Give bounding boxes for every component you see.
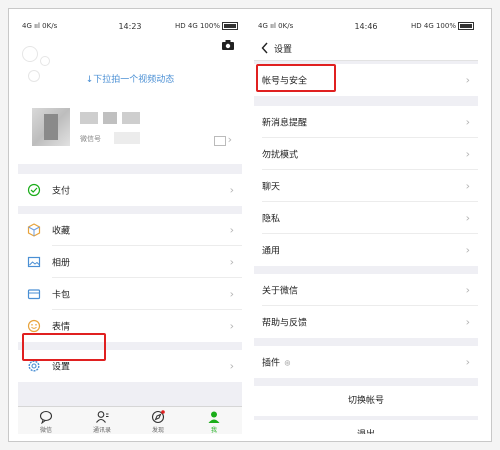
wechat-me-screen: 4G ııl 0K/s 14:23 HD 4G 100% ↓下拉拍一个视频动态 … <box>18 16 242 434</box>
row-label: 聊天 <box>262 182 281 193</box>
avatar[interactable] <box>32 108 70 146</box>
settings-row-about[interactable]: 关于微信 › <box>254 274 478 306</box>
plugin-icon: ⊛ <box>284 358 291 368</box>
decor-bubble <box>22 46 38 62</box>
qr-code-icon[interactable] <box>214 136 226 146</box>
settings-row-account-security[interactable]: 帐号与安全 › <box>254 64 478 96</box>
wechat-id-label: 微信号 <box>80 135 101 143</box>
settings-row-do-not-disturb[interactable]: 勿扰模式 › <box>254 138 478 170</box>
battery-icon <box>458 22 474 30</box>
status-right: HD 4G 100% <box>175 22 238 30</box>
settings-row-chat[interactable]: 聊天 › <box>254 170 478 202</box>
menu-item-settings[interactable]: 设置 › <box>18 350 242 382</box>
tab-contacts[interactable]: 通讯录 <box>74 407 130 434</box>
status-right: HD 4G 100% <box>411 22 474 30</box>
settings-row-notifications[interactable]: 新消息提醒 › <box>254 106 478 138</box>
nickname-blurred <box>80 112 140 124</box>
status-bar: 4G ııl 0K/s 14:46 HD 4G 100% <box>254 16 478 36</box>
decor-bubble <box>40 56 50 66</box>
page-title: 设置 <box>274 45 293 55</box>
tab-label: 通讯录 <box>92 427 111 434</box>
menu-item-album[interactable]: 相册 › <box>18 246 242 278</box>
chevron-right-icon: › <box>465 73 470 87</box>
row-label: 隐私 <box>262 214 281 225</box>
discover-icon <box>151 410 165 424</box>
wechat-id-blurred <box>114 132 140 144</box>
settings-icon <box>28 360 40 372</box>
favorites-icon <box>27 223 41 237</box>
row-label: 帮助与反馈 <box>262 318 308 329</box>
chevron-right-icon: › <box>229 287 234 301</box>
card-icon <box>27 289 41 300</box>
sticker-icon <box>27 319 41 333</box>
chevron-right-icon: › <box>229 359 234 373</box>
pulldown-video-hint[interactable]: ↓下拉拍一个视频动态 <box>18 72 242 85</box>
settings-row-help-feedback[interactable]: 帮助与反馈 › <box>254 306 478 338</box>
chevron-right-icon: › <box>465 243 470 257</box>
logout-button[interactable]: 退出 <box>254 420 478 434</box>
menu-item-favorites[interactable]: 收藏 › <box>18 214 242 246</box>
chevron-right-icon: › <box>465 115 470 129</box>
chevron-right-icon: › <box>229 319 234 333</box>
nav-header: 设置 <box>254 36 478 61</box>
tab-discover[interactable]: 发现 <box>130 407 186 434</box>
profile-header[interactable]: ↓下拉拍一个视频动态 微信号 › <box>18 36 242 164</box>
tab-chats[interactable]: 微信 <box>18 407 74 434</box>
row-label: 通用 <box>262 246 281 257</box>
menu-label: 卡包 <box>52 290 71 301</box>
menu-label: 设置 <box>52 362 71 373</box>
row-label: 关于微信 <box>262 286 299 297</box>
menu-label: 相册 <box>52 258 71 269</box>
switch-account-button[interactable]: 切换帐号 <box>254 386 478 416</box>
chevron-right-icon: › <box>465 179 470 193</box>
status-bar: 4G ııl 0K/s 14:23 HD 4G 100% <box>18 16 242 36</box>
settings-row-privacy[interactable]: 隐私 › <box>254 202 478 234</box>
me-icon <box>208 411 220 423</box>
chevron-right-icon: › <box>465 315 470 329</box>
battery-icon <box>222 22 238 30</box>
tab-label: 发现 <box>151 427 164 434</box>
menu-item-card[interactable]: 卡包 › <box>18 278 242 310</box>
menu-item-payment[interactable]: 支付 › <box>18 174 242 206</box>
menu-item-sticker[interactable]: 表情 › <box>18 310 242 342</box>
camera-icon[interactable] <box>222 40 234 50</box>
album-icon <box>27 256 41 268</box>
chevron-right-icon: › <box>465 355 470 369</box>
chevron-right-icon: › <box>465 147 470 161</box>
menu-label: 表情 <box>52 322 71 333</box>
chevron-right-icon: › <box>229 255 234 269</box>
chevron-right-icon: › <box>465 211 470 225</box>
contacts-icon <box>96 411 109 423</box>
row-label: 新消息提醒 <box>262 118 308 129</box>
menu-label: 收藏 <box>52 226 71 237</box>
chevron-right-icon: › <box>465 283 470 297</box>
row-label: 勿扰模式 <box>262 150 299 161</box>
chevron-right-icon: › <box>229 223 234 237</box>
tab-me[interactable]: 我 <box>186 407 242 434</box>
menu-label: 支付 <box>52 186 71 197</box>
wechat-settings-screen: 4G ııl 0K/s 14:46 HD 4G 100% 设置 帐号与安全 › … <box>254 16 478 434</box>
settings-row-general[interactable]: 通用 › <box>254 234 478 266</box>
chat-icon <box>39 410 53 424</box>
tab-label: 微信 <box>39 427 52 434</box>
settings-row-plugins[interactable]: 插件 ⊛ › <box>254 346 478 378</box>
chevron-right-icon: › <box>227 133 232 146</box>
chevron-right-icon: › <box>229 183 234 197</box>
back-arrow-icon[interactable] <box>260 41 270 55</box>
row-label: 帐号与安全 <box>262 76 308 87</box>
tab-label: 我 <box>210 427 217 434</box>
payment-icon <box>27 183 41 197</box>
row-label: 插件 ⊛ <box>262 358 291 369</box>
bottom-tab-bar: 微信 通讯录 发现 我 <box>18 406 242 434</box>
